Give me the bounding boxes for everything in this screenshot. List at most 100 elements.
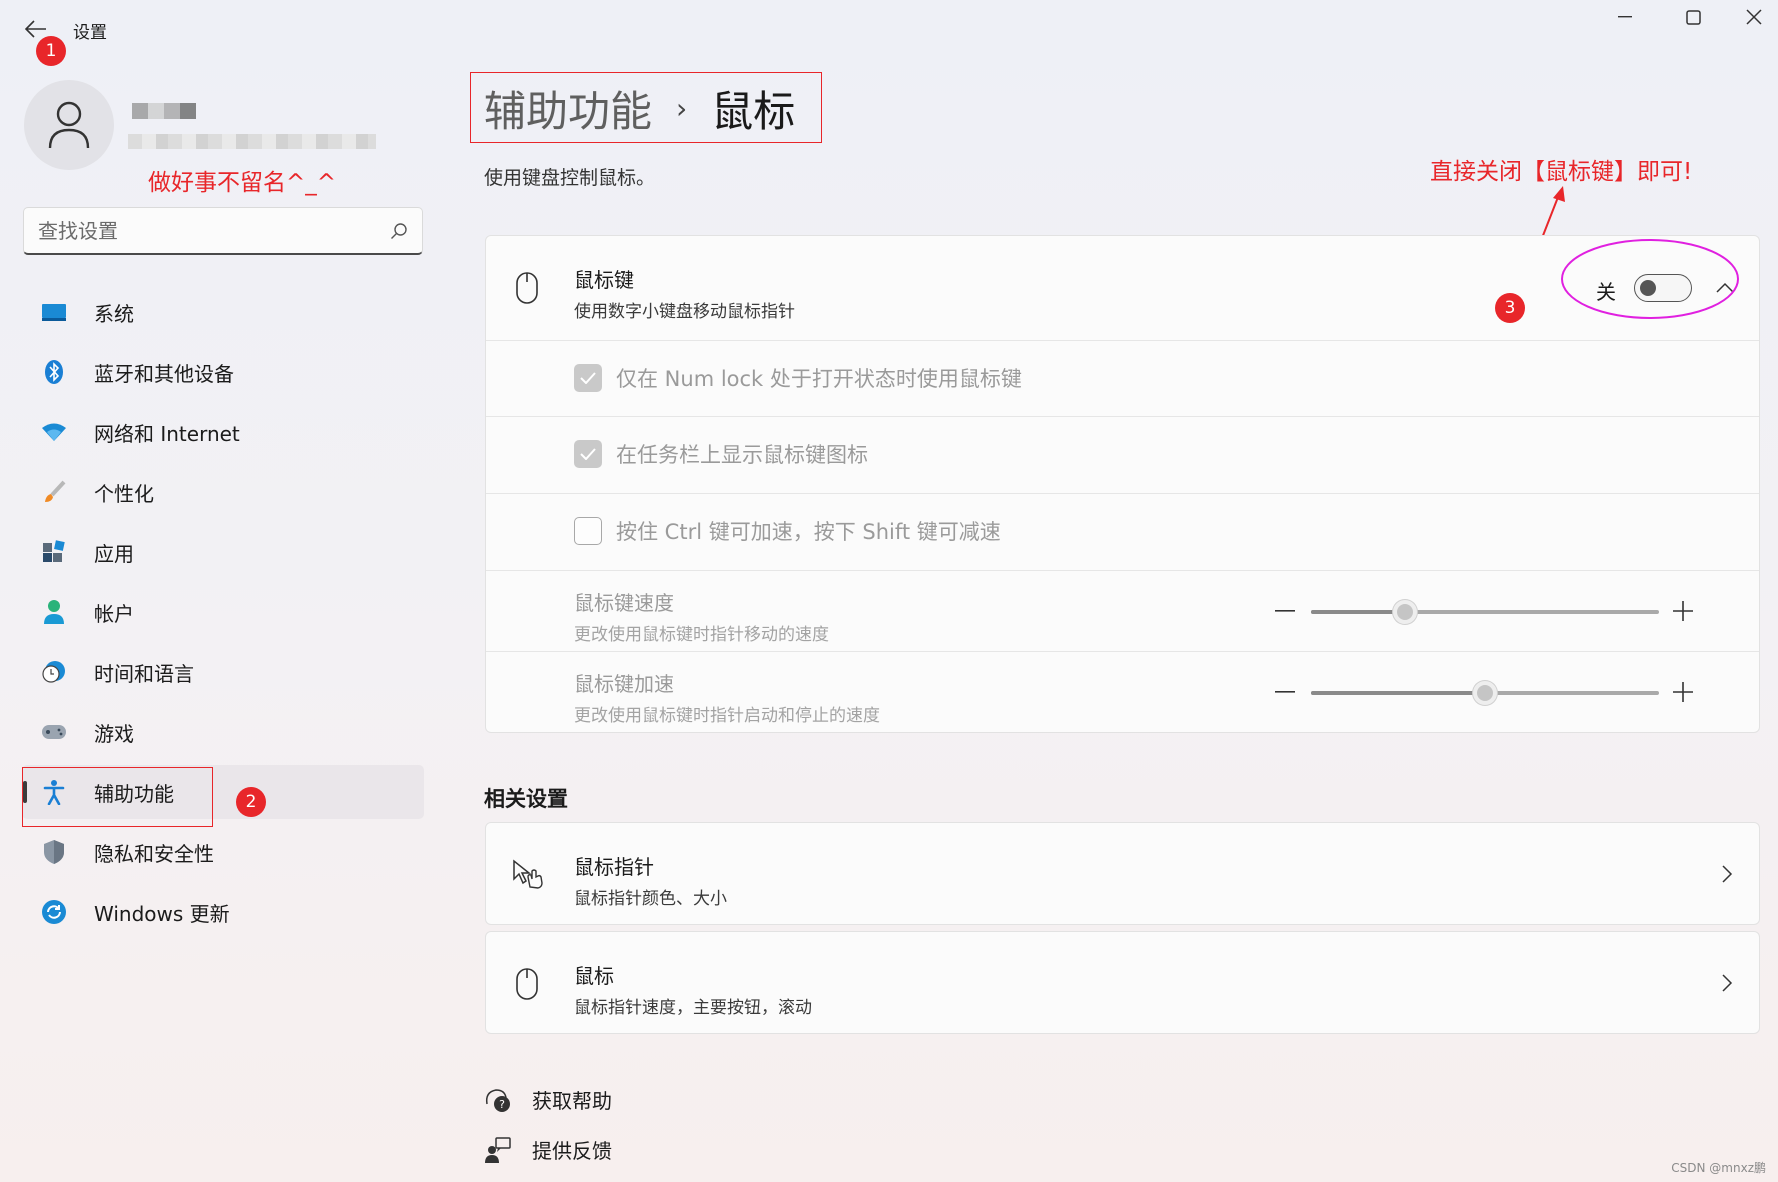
mouse-icon [516, 968, 538, 1000]
minimize-icon [1618, 16, 1632, 18]
maximize-button[interactable] [1663, 2, 1723, 32]
feedback-person-icon [485, 1136, 511, 1163]
sidebar-item-personalization[interactable]: 个性化 [22, 465, 424, 519]
slider-row-acceleration: 鼠标键加速 更改使用鼠标键时指针启动和停止的速度 [486, 651, 1759, 734]
checkbox-label: 在任务栏上显示鼠标键图标 [616, 443, 868, 467]
checkbox-numlock[interactable] [574, 364, 602, 392]
slider-thumb[interactable] [1392, 599, 1417, 624]
related-item-description: 鼠标指针速度，主要按钮，滚动 [574, 998, 812, 1018]
annotation-badge-2: 2 [236, 787, 266, 817]
shield-icon [40, 838, 68, 866]
slider-track [1311, 609, 1659, 614]
app-title: 设置 [73, 23, 107, 43]
acceleration-slider[interactable] [1311, 652, 1659, 733]
sidebar-item-network[interactable]: 网络和 Internet [22, 405, 424, 459]
sidebar-item-label: 隐私和安全性 [94, 841, 214, 866]
give-feedback-link[interactable]: 提供反馈 [484, 1135, 612, 1164]
maximize-icon [1685, 9, 1701, 25]
breadcrumb-parent[interactable]: 辅助功能 [484, 78, 652, 139]
slider-title: 鼠标键速度 [574, 591, 674, 615]
minus-icon[interactable] [1275, 610, 1295, 613]
sidebar-item-label: 游戏 [94, 721, 134, 746]
person-icon [48, 101, 90, 149]
checkbox-label: 仅在 Num lock 处于打开状态时使用鼠标键 [616, 367, 1022, 391]
option-row[interactable]: 按住 Ctrl 键可加速，按下 Shift 键可减速 [486, 493, 1759, 570]
paintbrush-icon [40, 478, 68, 506]
related-item-title: 鼠标指针 [574, 855, 654, 879]
plus-icon[interactable] [1673, 601, 1693, 621]
avatar[interactable] [24, 80, 114, 170]
slider-fill [1311, 690, 1485, 695]
back-arrow-icon [25, 20, 46, 38]
annotation-highlight-ellipse [1561, 239, 1739, 319]
sidebar-item-label: 系统 [94, 301, 134, 326]
related-item-title: 鼠标 [574, 964, 614, 988]
sidebar-item-privacy[interactable]: 隐私和安全性 [22, 825, 424, 879]
sidebar-item-accounts[interactable]: 帐户 [22, 585, 424, 639]
option-row[interactable]: 在任务栏上显示鼠标键图标 [486, 416, 1759, 493]
search-input[interactable] [38, 218, 390, 243]
sidebar-item-bluetooth[interactable]: 蓝牙和其他设备 [22, 345, 424, 399]
sidebar-item-time-language[interactable]: 时间和语言 [22, 645, 424, 699]
related-settings-heading: 相关设置 [484, 787, 568, 811]
checkbox-ctrl-shift[interactable] [574, 517, 602, 545]
speed-slider[interactable] [1311, 571, 1659, 652]
related-mouse-pointer-card[interactable]: 鼠标指针 鼠标指针颜色、大小 [485, 822, 1760, 925]
checkmark-icon [580, 372, 596, 384]
chevron-right-icon [1722, 865, 1733, 883]
minus-icon[interactable] [1275, 691, 1295, 694]
update-icon [40, 898, 68, 926]
sidebar-item-system[interactable]: 系统 [22, 285, 424, 339]
sidebar-item-label: 个性化 [94, 481, 154, 506]
sidebar-nav: 系统 蓝牙和其他设备 网络和 Internet 个性化 应用 帐户 时间和语言 … [22, 285, 424, 945]
svg-text:?: ? [499, 1098, 505, 1111]
apps-icon [40, 538, 68, 566]
mouse-keys-description: 使用数字小键盘移动鼠标指针 [574, 302, 795, 322]
related-item-description: 鼠标指针颜色、大小 [574, 889, 727, 909]
annotation-badge-1: 1 [36, 36, 66, 66]
plus-icon[interactable] [1673, 682, 1693, 702]
redacted-email [128, 134, 376, 149]
gamepad-icon [40, 718, 68, 746]
help-chat-icon: ? [485, 1088, 510, 1112]
chevron-right-icon [1722, 974, 1733, 992]
close-icon [1746, 9, 1762, 25]
slider-title: 鼠标键加速 [574, 672, 674, 696]
account-icon [40, 598, 68, 626]
search-icon [391, 222, 407, 239]
slider-fill [1311, 609, 1405, 614]
breadcrumb: 辅助功能 › 鼠标 [484, 78, 795, 139]
minimize-button[interactable] [1595, 2, 1655, 32]
pointer-hand-icon [513, 859, 543, 889]
instruction-annotation: 直接关闭【鼠标键】即可! [1430, 159, 1693, 185]
slider-thumb[interactable] [1473, 680, 1497, 705]
sidebar-item-apps[interactable]: 应用 [22, 525, 424, 579]
give-feedback-label: 提供反馈 [532, 1139, 612, 1163]
checkbox-taskbar-icon[interactable] [574, 440, 602, 468]
sidebar-item-windows-update[interactable]: Windows 更新 [22, 885, 424, 939]
get-help-label: 获取帮助 [532, 1089, 612, 1113]
sidebar-item-label: Windows 更新 [94, 901, 230, 926]
slider-description: 更改使用鼠标键时指针移动的速度 [574, 625, 829, 645]
mouse-keys-title: 鼠标键 [574, 268, 634, 292]
page-subtitle: 使用键盘控制鼠标。 [484, 167, 656, 189]
related-mouse-card[interactable]: 鼠标 鼠标指针速度，主要按钮，滚动 [485, 931, 1760, 1034]
redacted-username [132, 103, 196, 119]
profile-annotation: 做好事不留名^_^ [148, 170, 337, 196]
annotation-badge-3: 3 [1495, 293, 1525, 323]
close-button[interactable] [1730, 2, 1778, 32]
sidebar-item-gaming[interactable]: 游戏 [22, 705, 424, 759]
clock-globe-icon [40, 658, 68, 686]
search-box[interactable] [23, 207, 423, 255]
system-display-icon [40, 298, 68, 326]
page-title: 鼠标 [711, 87, 796, 136]
checkmark-icon [580, 448, 596, 460]
option-row[interactable]: 仅在 Num lock 处于打开状态时使用鼠标键 [486, 340, 1759, 416]
sidebar-item-label: 蓝牙和其他设备 [94, 361, 234, 386]
breadcrumb-separator: › [676, 92, 688, 125]
get-help-link[interactable]: ? 获取帮助 [484, 1085, 612, 1114]
sidebar-item-label: 帐户 [94, 601, 134, 626]
bluetooth-icon [40, 358, 68, 386]
checkbox-label: 按住 Ctrl 键可加速，按下 Shift 键可减速 [616, 520, 1001, 544]
slider-description: 更改使用鼠标键时指针启动和停止的速度 [574, 706, 880, 726]
